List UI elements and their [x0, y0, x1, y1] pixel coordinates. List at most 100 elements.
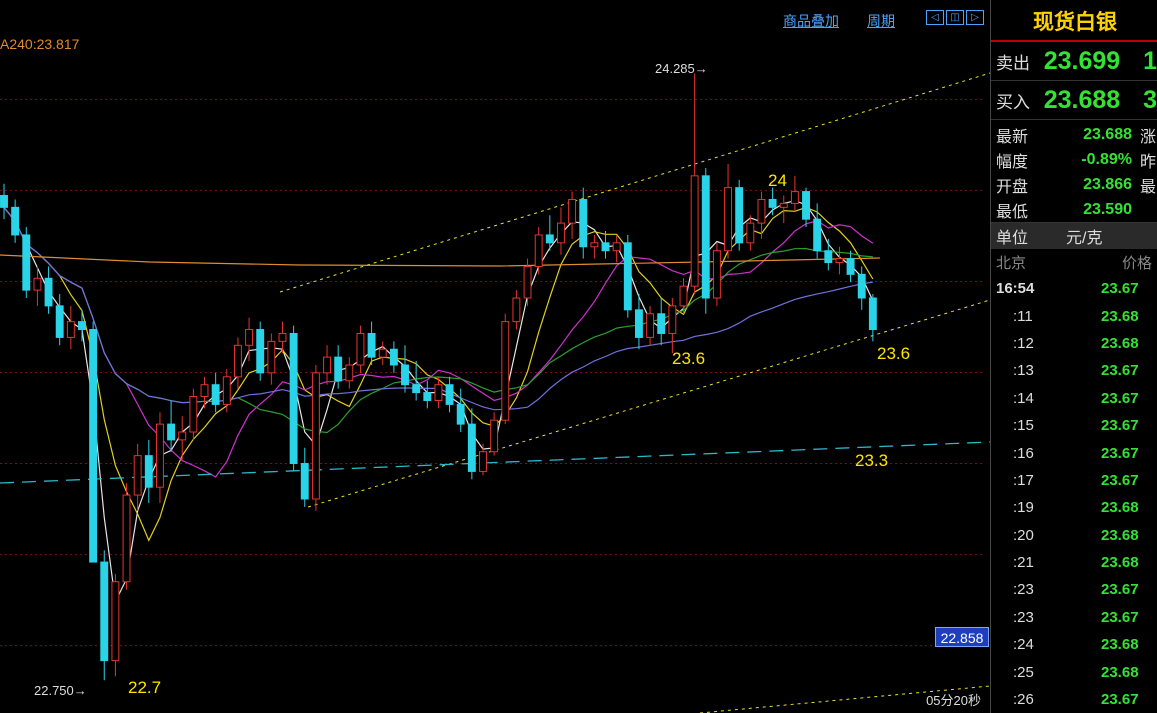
- tick-time: :26: [1013, 691, 1034, 709]
- tick-time: :19: [1013, 499, 1034, 517]
- candle-body: [557, 222, 565, 244]
- candle-body: [189, 396, 198, 433]
- candle-body: [712, 250, 721, 299]
- info-row: 最低 23.590: [991, 197, 1157, 222]
- tick-price: 23.67: [1101, 362, 1139, 380]
- candle-body: [178, 431, 187, 441]
- tick-price: 23.68: [1101, 636, 1139, 654]
- candle-body: [345, 364, 354, 382]
- tick-row: :15 23.67: [991, 412, 1157, 439]
- tick-row: :20 23.68: [991, 522, 1157, 549]
- tick-row: :25 23.68: [991, 658, 1157, 685]
- info-extra: 涨: [1140, 128, 1157, 146]
- candle-body: [657, 313, 666, 334]
- ma240-label: A240:23.817: [0, 36, 80, 52]
- candle-body: [701, 175, 710, 299]
- candle-body: [389, 348, 398, 366]
- tick-row: :26 23.67: [991, 686, 1157, 713]
- tick-time: :14: [1013, 389, 1034, 407]
- trend-lines: [0, 72, 990, 713]
- tick-row: :19 23.68: [991, 494, 1157, 521]
- sell-value: 23.699: [1043, 46, 1121, 75]
- tick-row: :14 23.67: [991, 385, 1157, 412]
- info-value: 23.688: [1083, 125, 1132, 143]
- ticks-list[interactable]: 16:54 23.67:11 23.68:12 23.68:13 23.67:14 23.…: [991, 275, 1157, 713]
- nav-left-button[interactable]: ◁: [926, 10, 944, 25]
- candle-body: [746, 222, 755, 244]
- unit-label: 单位: [996, 230, 1029, 247]
- candle-body: [790, 191, 799, 204]
- candle-body: [779, 202, 788, 208]
- candle-body: [356, 332, 365, 366]
- tick-price: 23.67: [1101, 471, 1139, 489]
- tick-time: :13: [1013, 362, 1034, 380]
- instrument-title: 现货白银: [991, 0, 1157, 42]
- tick-row: 16:54 23.67: [991, 275, 1157, 302]
- overlay-link[interactable]: 商品叠加: [783, 11, 839, 31]
- tick-price: 23.67: [1101, 389, 1139, 407]
- candle-body: [545, 234, 554, 244]
- candle-body: [757, 198, 766, 224]
- candle-body: [401, 364, 409, 386]
- tick-price: 23.68: [1101, 334, 1139, 352]
- ticks-header-price: 价格: [1121, 254, 1152, 272]
- candle-body: [668, 305, 677, 334]
- tick-row: :23 23.67: [991, 576, 1157, 603]
- candle-body: [367, 332, 376, 358]
- candle-body: [11, 206, 20, 236]
- period-link[interactable]: 周期: [867, 11, 895, 31]
- info-key: 最新: [996, 128, 1029, 146]
- buy-row: 买入 23.688 3: [991, 81, 1157, 120]
- candle-body: [245, 329, 254, 346]
- nav-fit-button[interactable]: ◫: [946, 10, 964, 25]
- tick-row: :12 23.68: [991, 330, 1157, 357]
- candle-body: [590, 242, 599, 248]
- tick-time: :21: [1013, 554, 1034, 572]
- low-marker-label: 22.750→: [34, 683, 87, 698]
- ma240-line: [0, 254, 881, 267]
- unit-value: 元/克: [1066, 230, 1103, 247]
- tick-time: :15: [1013, 417, 1034, 435]
- candle-body: [200, 384, 209, 398]
- tick-row: :23 23.67: [991, 604, 1157, 631]
- candle-body: [634, 309, 643, 338]
- tick-time: :12: [1013, 334, 1034, 352]
- candle-body: [690, 175, 699, 287]
- candle-body: [735, 187, 744, 244]
- tick-row: :24 23.68: [991, 631, 1157, 658]
- grid-lines: [0, 98, 985, 647]
- tick-price: 23.68: [1101, 663, 1139, 681]
- info-key: 幅度: [996, 153, 1029, 171]
- tick-price: 23.67: [1101, 444, 1139, 462]
- candle-body: [78, 321, 86, 331]
- tick-time: :24: [1013, 636, 1034, 654]
- candle-body: [846, 258, 855, 275]
- moving-average-lines: [0, 200, 881, 604]
- info-row: 最新 23.688 涨: [991, 122, 1157, 147]
- candle-body: [233, 344, 242, 378]
- candle-body: [44, 277, 53, 307]
- candle-body: [0, 195, 8, 208]
- tick-row: :13 23.67: [991, 357, 1157, 384]
- candle-body: [768, 198, 777, 208]
- sell-label: 卖出: [996, 53, 1030, 73]
- candle-body: [211, 384, 220, 405]
- tick-price: 23.67: [1101, 691, 1139, 709]
- candle-body: [623, 242, 632, 311]
- quote-panel: 现货白银 卖出 23.699 1 买入 23.688 3 最新 23.688 涨 幅…: [990, 0, 1157, 713]
- period-countdown: 05分20秒: [926, 693, 981, 708]
- candle-body: [568, 198, 577, 224]
- level-label-22-7: 22.7: [128, 678, 161, 697]
- tick-time: :23: [1013, 608, 1034, 626]
- candle-body: [479, 451, 487, 472]
- tick-time: :16: [1013, 444, 1034, 462]
- tick-price: 23.67: [1101, 581, 1139, 599]
- nav-right-button[interactable]: ▷: [966, 10, 984, 25]
- candlestick-chart[interactable]: 24.285→ 22.750→ 24 23.6 23.6 23.3 22.7: [0, 0, 990, 713]
- tick-price: 23.67: [1101, 417, 1139, 435]
- level-label-23-6-right: 23.6: [877, 344, 910, 363]
- tick-time: 16:54: [996, 280, 1035, 298]
- candle-body: [534, 234, 543, 267]
- tick-time: :20: [1013, 526, 1034, 544]
- candle-body: [334, 356, 343, 382]
